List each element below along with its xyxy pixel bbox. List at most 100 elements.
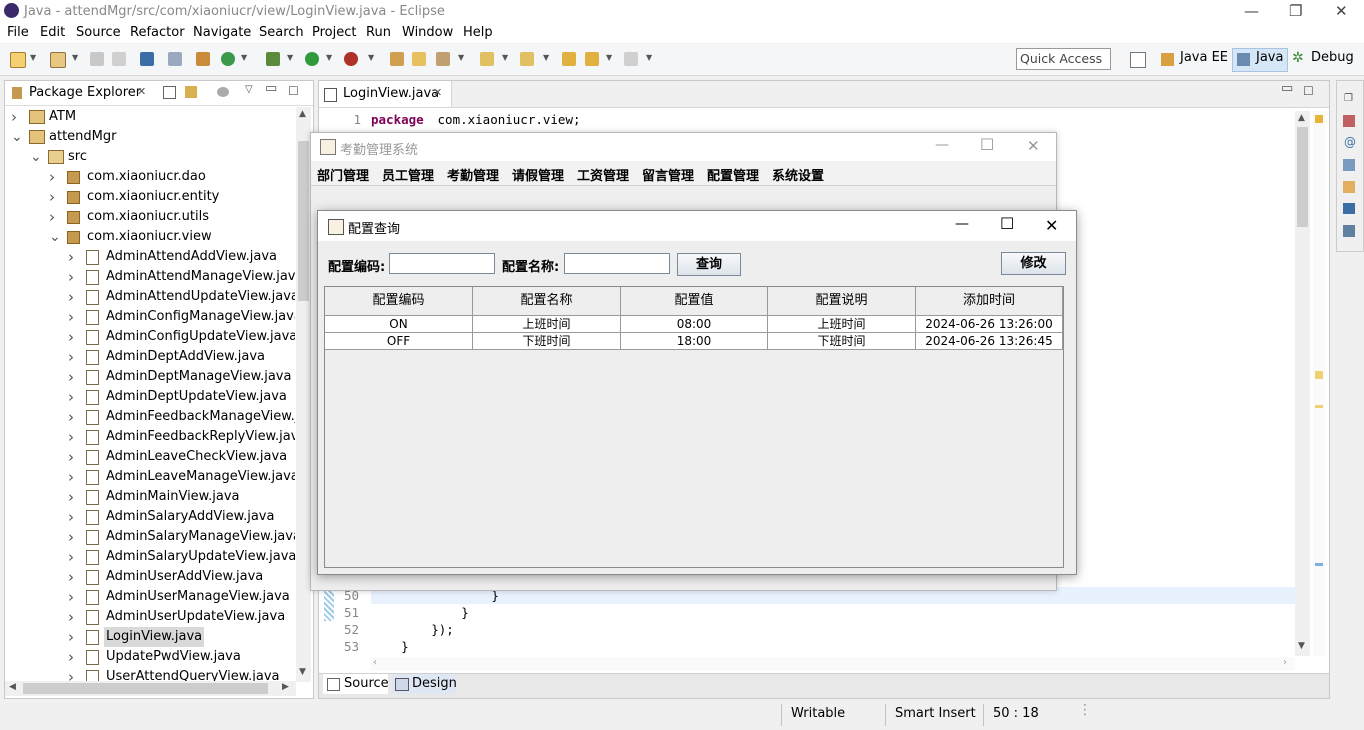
menu-source[interactable]: Source [76, 25, 121, 40]
run-icon[interactable] [305, 52, 319, 66]
editor-vertical-scrollbar[interactable]: ▲ ▼ [1295, 111, 1310, 656]
editor-tab-active[interactable]: LoginView.java ✕ [319, 81, 452, 107]
focus-icon[interactable] [217, 87, 229, 97]
close-editor-icon[interactable]: ✕ [433, 86, 442, 99]
table-cell[interactable]: ON [325, 316, 473, 333]
chevron-down-icon[interactable]: ▼ [72, 53, 78, 62]
collapsed-arrow-icon[interactable]: › [68, 647, 74, 667]
table-cell[interactable]: 18:00 [621, 333, 768, 350]
chevron-down-icon[interactable]: ▼ [287, 53, 293, 62]
table-cell[interactable]: 上班时间 [473, 316, 621, 333]
chevron-down-icon[interactable]: ▼ [458, 53, 464, 62]
config-code-input[interactable] [389, 253, 495, 274]
prev-annotation-icon[interactable] [520, 52, 534, 66]
tree-item-file[interactable]: › UserAttendQueryView.java [5, 667, 295, 682]
minimize-editor-icon[interactable]: ▭ [1281, 81, 1293, 96]
menu-refactor[interactable]: Refactor [130, 25, 185, 40]
build-icon[interactable] [196, 52, 210, 66]
tree-item-file[interactable]: › AdminDeptAddView.java [5, 347, 295, 367]
chevron-down-icon[interactable]: ▼ [326, 53, 332, 62]
query-button[interactable]: 查询 [677, 253, 741, 276]
chevron-down-icon[interactable]: ▼ [30, 53, 36, 62]
menu-edit[interactable]: Edit [40, 25, 65, 40]
collapsed-arrow-icon[interactable]: › [68, 587, 74, 607]
dialog-minimize-icon[interactable]: — [955, 216, 969, 232]
tree-item-package[interactable]: › com.xiaoniucr.utils [5, 207, 295, 227]
next-annotation-icon[interactable] [480, 52, 494, 66]
tree-item-file[interactable]: › AdminAttendManageView.java [5, 267, 295, 287]
table-cell[interactable]: 2024-06-26 13:26:00 [916, 316, 1063, 333]
tab-design[interactable]: Design [392, 674, 457, 694]
declaration-icon[interactable] [1343, 159, 1355, 171]
back-icon[interactable] [585, 52, 599, 66]
table-column-header[interactable]: 添加时间 [916, 287, 1063, 316]
minimize-view-icon[interactable]: ▭ [265, 81, 277, 96]
console-view-icon[interactable] [1343, 203, 1355, 214]
collapsed-arrow-icon[interactable]: › [68, 627, 74, 647]
scroll-thumb[interactable] [1297, 127, 1308, 227]
dialog-maximize-icon[interactable]: ☐ [1000, 214, 1014, 233]
collapsed-arrow-icon[interactable]: › [68, 487, 74, 507]
app-menu-message[interactable]: 留言管理 [642, 165, 694, 184]
tree-item-file[interactable]: › AdminSalaryAddView.java [5, 507, 295, 527]
chevron-down-icon[interactable]: ▼ [502, 53, 508, 62]
dialog-close-icon[interactable]: ✕ [1045, 216, 1058, 235]
collapsed-arrow-icon[interactable]: › [68, 387, 74, 407]
collapsed-arrow-icon[interactable]: › [68, 607, 74, 627]
tree-item-file[interactable]: › AdminLeaveManageView.java [5, 467, 295, 487]
tree-item-file[interactable]: › AdminConfigUpdateView.java [5, 327, 295, 347]
config-name-input[interactable] [564, 253, 670, 274]
maximize-editor-icon[interactable]: ☐ [1303, 84, 1314, 98]
menu-run[interactable]: Run [366, 25, 391, 40]
expanded-arrow-icon[interactable]: ⌄ [11, 127, 23, 147]
table-row[interactable]: OFF 下班时间 18:00 下班时间 2024-06-26 13:26:45 [325, 333, 1065, 350]
app-menu-attend[interactable]: 考勤管理 [447, 165, 499, 184]
menu-search[interactable]: Search [259, 25, 304, 40]
close-icon[interactable]: ✕ [1335, 2, 1348, 20]
tree-item-file[interactable]: › AdminSalaryManageView.java [5, 527, 295, 547]
new-package-icon[interactable] [50, 52, 66, 68]
collapsed-arrow-icon[interactable]: › [68, 547, 74, 567]
package-explorer-tab[interactable]: Package Explorer ✕ ▽ ▭ ☐ [5, 81, 313, 106]
tree-item-project-attendmgr[interactable]: ⌄ attendMgr [5, 127, 295, 147]
tree-horizontal-scrollbar[interactable]: ◀ ▶ [5, 681, 296, 696]
collapsed-arrow-icon[interactable]: › [68, 467, 74, 487]
collapsed-arrow-icon[interactable]: › [68, 287, 74, 307]
collapsed-arrow-icon[interactable]: › [68, 427, 74, 447]
quick-access-input[interactable]: Quick Access [1016, 48, 1111, 70]
table-column-header[interactable]: 配置名称 [473, 287, 621, 316]
app-menu-settings[interactable]: 系统设置 [772, 165, 824, 184]
table-row[interactable]: ON 上班时间 08:00 上班时间 2024-06-26 13:26:00 [325, 316, 1065, 333]
open-folder-icon[interactable] [412, 52, 426, 66]
search-view-icon[interactable] [1343, 181, 1355, 193]
frame-maximize-icon[interactable]: ☐ [980, 135, 994, 154]
debug-icon[interactable] [266, 52, 280, 66]
scroll-right-icon[interactable]: › [1283, 657, 1287, 668]
table-cell[interactable]: OFF [325, 333, 473, 350]
menu-project[interactable]: Project [312, 25, 356, 40]
collapsed-arrow-icon[interactable]: › [11, 107, 17, 127]
tree-item-file[interactable]: › LoginView.java [5, 627, 295, 647]
tree-item-file[interactable]: › AdminUserManageView.java [5, 587, 295, 607]
open-type-icon[interactable] [390, 52, 404, 66]
table-column-header[interactable]: 配置编码 [325, 287, 473, 316]
frame-minimize-icon[interactable]: — [935, 137, 949, 153]
scroll-up-icon[interactable]: ▲ [299, 109, 306, 119]
collapsed-arrow-icon[interactable]: › [68, 527, 74, 547]
editor-horizontal-scrollbar[interactable]: ‹ › [371, 657, 1295, 671]
tree-item-package[interactable]: › com.xiaoniucr.dao [5, 167, 295, 187]
refresh-icon[interactable] [221, 52, 235, 66]
collapsed-arrow-icon[interactable]: › [49, 167, 55, 187]
chevron-down-icon[interactable]: ▼ [646, 53, 652, 62]
table-cell[interactable]: 08:00 [621, 316, 768, 333]
collapsed-arrow-icon[interactable]: › [68, 247, 74, 267]
chevron-down-icon[interactable]: ▼ [368, 53, 374, 62]
tree-item-package[interactable]: ⌄ com.xiaoniucr.view [5, 227, 295, 247]
scroll-down-icon[interactable]: ▼ [299, 667, 306, 677]
tree-item-src[interactable]: ⌄ src [5, 147, 295, 167]
expanded-arrow-icon[interactable]: ⌄ [49, 227, 61, 247]
collapsed-arrow-icon[interactable]: › [68, 667, 74, 682]
tree-vertical-scrollbar[interactable]: ▲ ▼ [296, 107, 311, 682]
app-menu-staff[interactable]: 员工管理 [382, 165, 434, 184]
scroll-left-icon[interactable]: ‹ [373, 657, 377, 668]
